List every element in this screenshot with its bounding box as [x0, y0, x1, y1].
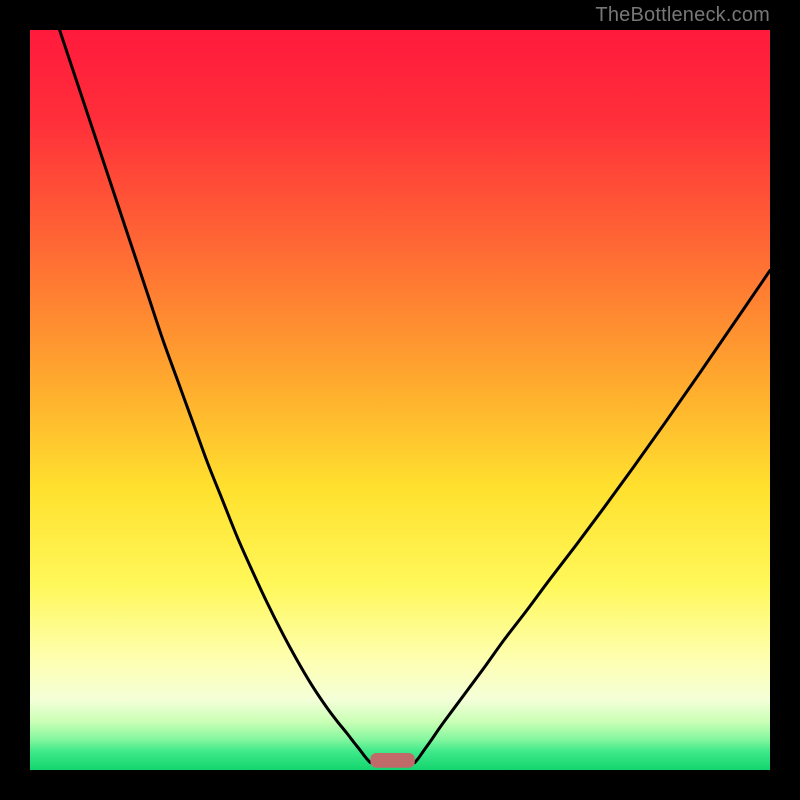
gradient-background: [30, 30, 770, 770]
chart-frame: TheBottleneck.com: [0, 0, 800, 800]
plot-area: [30, 30, 770, 770]
bottleneck-marker: [370, 753, 414, 768]
chart-svg: [30, 30, 770, 770]
watermark-text: TheBottleneck.com: [595, 4, 770, 27]
